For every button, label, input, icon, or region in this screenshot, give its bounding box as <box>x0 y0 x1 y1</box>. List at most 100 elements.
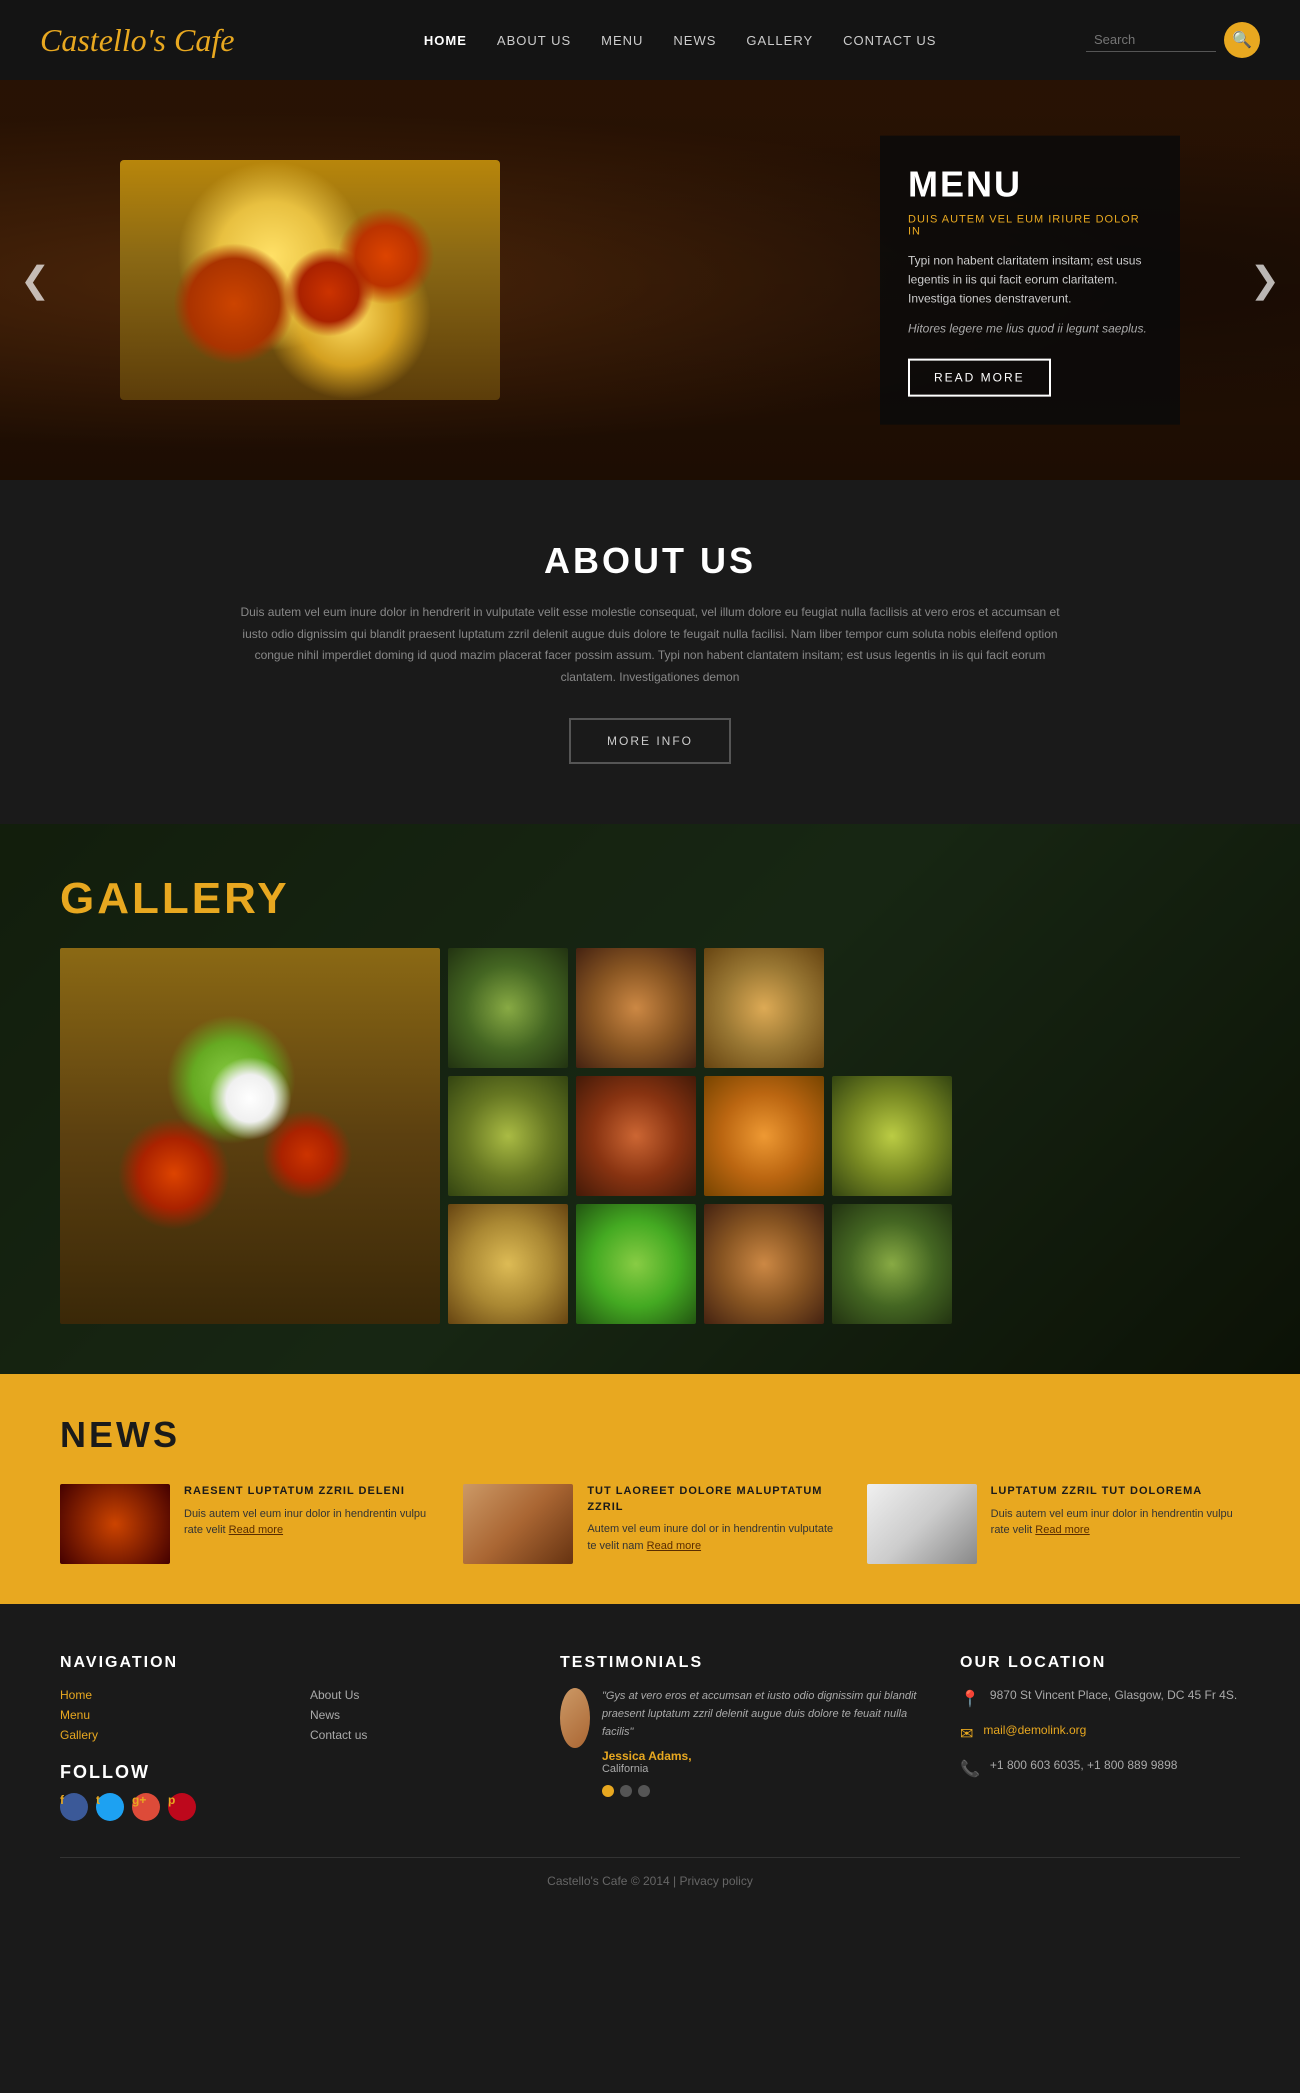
testimonial-quote: "Gys at vero eros et accumsan et iusto o… <box>602 1688 930 1741</box>
gallery-main-inner <box>60 948 440 1324</box>
gallery-section: GALLERY <box>0 824 1300 1374</box>
testimonial-location: California <box>602 1763 930 1775</box>
gallery-thumb-8[interactable] <box>448 1204 568 1324</box>
news-section: NEWS RAESENT LUPTATUM ZZRIL DELENI Duis … <box>0 1374 1300 1604</box>
gallery-thumb-10[interactable] <box>704 1204 824 1324</box>
news-headline-3: LUPTATUM ZZRIL TUT DOLOREMA <box>991 1484 1240 1499</box>
news-content-1: RAESENT LUPTATUM ZZRIL DELENI Duis autem… <box>184 1484 433 1538</box>
social-icons: f t g+ p <box>60 1793 280 1827</box>
carousel-prev-button[interactable]: ❮ <box>20 259 50 301</box>
nav-news[interactable]: NEWS <box>673 33 716 48</box>
gallery-title-highlight: E <box>192 874 224 923</box>
footer-extra-space <box>60 1888 1240 1968</box>
nav-contact[interactable]: CONTACT US <box>843 33 936 48</box>
location-email: ✉ mail@demolink.org <box>960 1723 1240 1744</box>
news-body-2: Autem vel eum inure dol or in hendrentin… <box>587 1521 836 1554</box>
gallery-thumb-6[interactable] <box>704 1076 824 1196</box>
location-pin-icon: 📍 <box>960 1689 980 1709</box>
gallery-title-part2: RY <box>224 874 290 923</box>
hero-food-image <box>120 160 500 400</box>
news-item-3: LUPTATUM ZZRIL TUT DOLOREMA Duis autem v… <box>867 1484 1240 1564</box>
nav-home[interactable]: HOME <box>424 33 467 48</box>
footer-copyright: Castello's Cafe © 2014 | Privacy policy <box>60 1874 1240 1888</box>
footer-nav-col1: NAVIGATION Home Menu Gallery FOLLOW f t … <box>60 1654 280 1827</box>
footer-nav-gallery[interactable]: Gallery <box>60 1728 280 1742</box>
hero-body2: Hitores legere me lius quod ii legunt sa… <box>908 319 1152 338</box>
site-logo[interactable]: Castello's Cafe <box>40 22 234 59</box>
nav-menu[interactable]: MENU <box>601 33 643 48</box>
about-body: Duis autem vel eum inure dolor in hendre… <box>230 602 1070 688</box>
gallery-thumb-7[interactable] <box>832 1076 952 1196</box>
news-content-2: TUT LAOREET DOLORE MALUPTATUM ZZRIL Aute… <box>587 1484 836 1554</box>
hero-cta-button[interactable]: READ MORE <box>908 358 1051 396</box>
location-phone: 📞 +1 800 603 6035, +1 800 889 9898 <box>960 1758 1240 1779</box>
footer-testimonials-col: TESTIMONIALS "Gys at vero eros et accums… <box>560 1654 930 1827</box>
news-headline-1: RAESENT LUPTATUM ZZRIL DELENI <box>184 1484 433 1499</box>
news-thumb-2 <box>463 1484 573 1564</box>
gallery-thumb-11[interactable] <box>832 1204 952 1324</box>
news-title: NEWS <box>60 1414 1240 1456</box>
gallery-thumb-1[interactable] <box>448 948 568 1068</box>
header: Castello's Cafe HOME ABOUT US MENU NEWS … <box>0 0 1300 80</box>
gallery-grid <box>60 948 1240 1324</box>
search-area: 🔍 <box>1086 22 1260 58</box>
footer-follow-label: FOLLOW <box>60 1762 280 1783</box>
hero-food-inner <box>120 160 500 400</box>
social-facebook[interactable]: f <box>60 1793 88 1821</box>
location-phone-icon: 📞 <box>960 1759 980 1779</box>
hero-subtitle: DUIS AUTEM VEL EUM IRIURE DOLOR IN <box>908 214 1152 238</box>
social-twitter[interactable]: t <box>96 1793 124 1821</box>
gallery-thumb-5[interactable] <box>576 1076 696 1196</box>
gallery-thumb-2[interactable] <box>576 948 696 1068</box>
footer-email-link[interactable]: mail@demolink.org <box>983 1723 1086 1737</box>
footer-grid: NAVIGATION Home Menu Gallery FOLLOW f t … <box>60 1654 1240 1827</box>
more-info-button[interactable]: MORE INFO <box>569 718 731 764</box>
hero-title: MENU <box>908 164 1152 206</box>
news-headline-2: TUT LAOREET DOLORE MALUPTATUM ZZRIL <box>587 1484 836 1515</box>
nav-gallery[interactable]: GALLERY <box>746 33 813 48</box>
gallery-main-image[interactable] <box>60 948 440 1324</box>
news-body-3: Duis autem vel eum inur dolor in hendren… <box>991 1506 1240 1539</box>
footer-nav-aboutus: About Us <box>310 1688 530 1702</box>
testimonial-content: "Gys at vero eros et accumsan et iusto o… <box>602 1688 930 1797</box>
footer: NAVIGATION Home Menu Gallery FOLLOW f t … <box>0 1604 1300 1988</box>
gallery-thumb-4[interactable] <box>448 1076 568 1196</box>
footer-nav-contact: Contact us <box>310 1728 530 1742</box>
location-address: 📍 9870 St Vincent Place, Glasgow, DC 45 … <box>960 1688 1240 1709</box>
testimonial-dots <box>602 1785 930 1797</box>
social-pinterest[interactable]: p <box>168 1793 196 1821</box>
hero-body1: Typi non habent claritatem insitam; est … <box>908 252 1152 310</box>
search-button[interactable]: 🔍 <box>1224 22 1260 58</box>
testimonial-author: Jessica Adams, <box>602 1749 930 1763</box>
nav-about[interactable]: ABOUT US <box>497 33 571 48</box>
dot-1[interactable] <box>602 1785 614 1797</box>
hero-section: ❮ MENU DUIS AUTEM VEL EUM IRIURE DOLOR I… <box>0 80 1300 480</box>
hero-panel: MENU DUIS AUTEM VEL EUM IRIURE DOLOR IN … <box>880 136 1180 425</box>
news-item-2: TUT LAOREET DOLORE MALUPTATUM ZZRIL Aute… <box>463 1484 836 1564</box>
footer-nav-col2: . About Us News Contact us <box>310 1654 530 1827</box>
dot-2[interactable] <box>620 1785 632 1797</box>
location-email-icon: ✉ <box>960 1724 973 1744</box>
news-item-1: RAESENT LUPTATUM ZZRIL DELENI Duis autem… <box>60 1484 433 1564</box>
gallery-thumb-9[interactable] <box>576 1204 696 1324</box>
social-googleplus[interactable]: g+ <box>132 1793 160 1821</box>
main-nav: HOME ABOUT US MENU NEWS GALLERY CONTACT … <box>274 33 1086 48</box>
news-read-more-2[interactable]: Read more <box>647 1540 701 1552</box>
footer-divider <box>60 1857 1240 1858</box>
news-thumb-3 <box>867 1484 977 1564</box>
footer-nav-home[interactable]: Home <box>60 1688 280 1702</box>
news-read-more-1[interactable]: Read more <box>229 1524 283 1536</box>
footer-nav-news: News <box>310 1708 530 1722</box>
about-section: ABOUT US Duis autem vel eum inure dolor … <box>0 480 1300 824</box>
footer-location-title: OUR LOCATION <box>960 1654 1240 1672</box>
news-body-1: Duis autem vel eum inur dolor in hendren… <box>184 1506 433 1539</box>
news-content-3: LUPTATUM ZZRIL TUT DOLOREMA Duis autem v… <box>991 1484 1240 1538</box>
search-input[interactable] <box>1086 28 1216 52</box>
dot-3[interactable] <box>638 1785 650 1797</box>
news-thumb-1 <box>60 1484 170 1564</box>
gallery-thumb-3[interactable] <box>704 948 824 1068</box>
footer-nav-menu[interactable]: Menu <box>60 1708 280 1722</box>
news-read-more-3[interactable]: Read more <box>1035 1524 1089 1536</box>
testimonial-photo <box>560 1688 590 1748</box>
carousel-next-button[interactable]: ❯ <box>1250 259 1280 301</box>
